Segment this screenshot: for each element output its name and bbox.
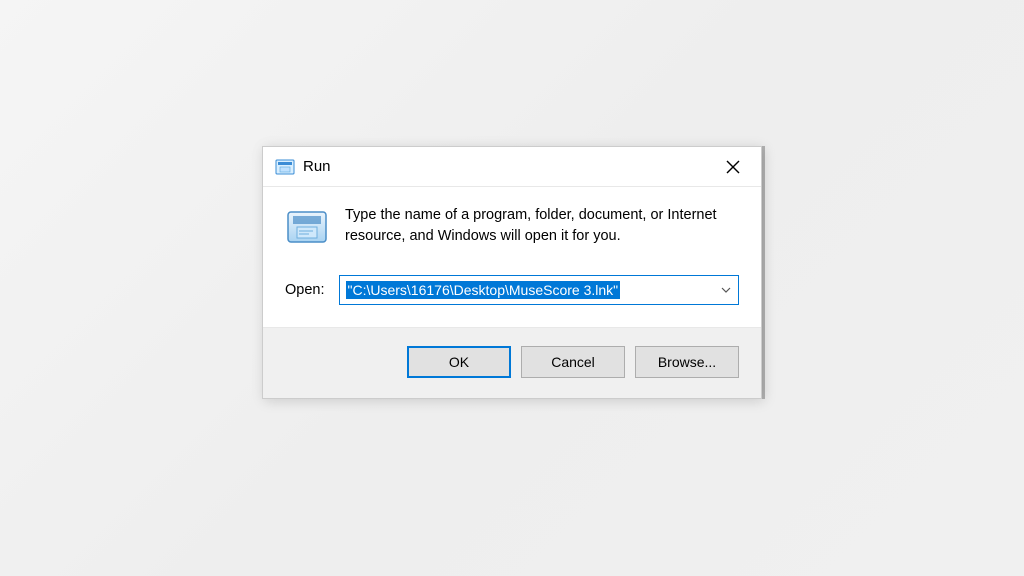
run-dialog-container: Run bbox=[262, 146, 765, 399]
dialog-right-edge bbox=[762, 146, 765, 399]
dialog-description: Type the name of a program, folder, docu… bbox=[345, 205, 739, 247]
chevron-down-icon bbox=[721, 287, 731, 293]
dialog-body: Type the name of a program, folder, docu… bbox=[263, 187, 761, 269]
open-input-value[interactable]: "C:\Users\16176\Desktop\MuseScore 3.lnk" bbox=[346, 281, 621, 299]
open-input-row: Open: "C:\Users\16176\Desktop\MuseScore … bbox=[263, 269, 761, 327]
dialog-title: Run bbox=[303, 158, 715, 175]
close-icon bbox=[726, 160, 740, 174]
titlebar: Run bbox=[263, 147, 761, 187]
button-row: OK Cancel Browse... bbox=[263, 327, 761, 398]
browse-button[interactable]: Browse... bbox=[635, 346, 739, 378]
cancel-button[interactable]: Cancel bbox=[521, 346, 625, 378]
ok-button[interactable]: OK bbox=[407, 346, 511, 378]
run-dialog: Run bbox=[262, 146, 762, 399]
dropdown-toggle[interactable] bbox=[718, 282, 734, 298]
run-large-icon bbox=[285, 207, 329, 247]
close-button[interactable] bbox=[715, 152, 751, 182]
open-combobox[interactable]: "C:\Users\16176\Desktop\MuseScore 3.lnk" bbox=[339, 275, 740, 305]
open-label: Open: bbox=[285, 282, 325, 298]
run-app-icon bbox=[275, 158, 295, 176]
